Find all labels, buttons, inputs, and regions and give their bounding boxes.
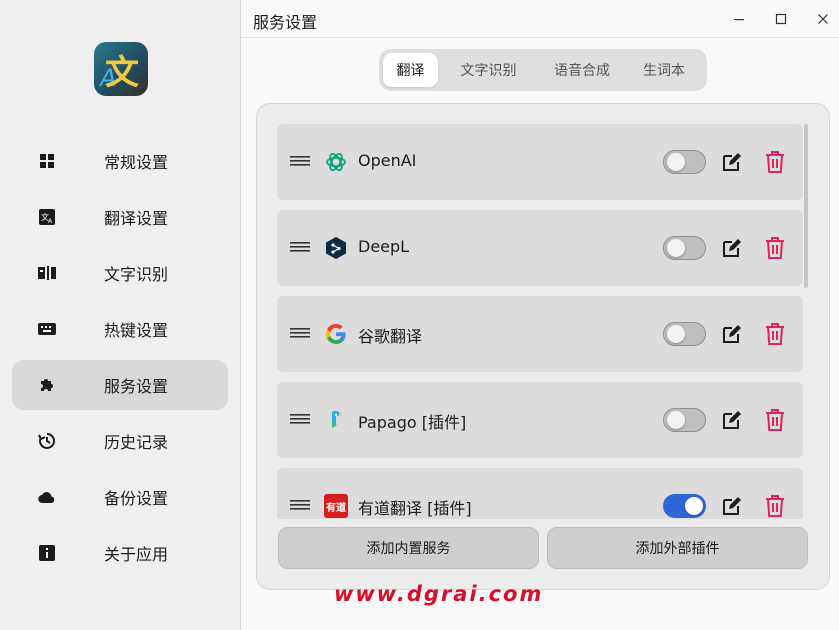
service-toggle[interactable]: [663, 150, 706, 174]
service-name: 谷歌翻译: [358, 327, 423, 346]
app-logo: A文: [94, 42, 148, 96]
sidebar-item-translate[interactable]: 文A 翻译设置: [12, 192, 228, 242]
delete-icon[interactable]: [764, 494, 786, 518]
window-title: 服务设置: [253, 13, 318, 32]
papago-icon: [324, 408, 348, 432]
list-scrollbar[interactable]: [804, 124, 808, 288]
grid-icon: [38, 153, 56, 169]
history-icon: [38, 433, 56, 449]
add-external-plugin-button[interactable]: 添加外部插件: [547, 527, 808, 569]
drag-handle-icon[interactable]: [290, 413, 310, 427]
service-panel: OpenAI DeepL 谷歌翻译 Papago [插件] 有道 有道翻译 [插…: [256, 103, 830, 590]
service-item-papago: Papago [插件]: [277, 382, 803, 458]
drag-handle-icon[interactable]: [290, 155, 310, 169]
close-icon: [818, 14, 828, 24]
service-toggle[interactable]: [663, 322, 706, 346]
drag-handle-icon[interactable]: [290, 499, 310, 513]
service-name: 有道翻译 [插件]: [358, 499, 472, 518]
service-toggle[interactable]: [663, 236, 706, 260]
service-toggle[interactable]: [663, 494, 706, 518]
sidebar-item-backup[interactable]: 备份设置: [12, 472, 228, 522]
sidebar-item-services[interactable]: 服务设置: [12, 360, 228, 410]
cloud-icon: [38, 489, 56, 505]
sidebar-item-hotkey[interactable]: 热键设置: [12, 304, 228, 354]
sidebar-item-label: 文字识别: [104, 265, 169, 284]
tab-ocr[interactable]: 文字识别: [438, 53, 539, 87]
sidebar-item-label: 关于应用: [104, 545, 169, 564]
delete-icon[interactable]: [764, 408, 786, 432]
minimize-button[interactable]: [728, 8, 750, 30]
deepl-icon: [324, 236, 348, 260]
info-icon: [38, 545, 56, 561]
sidebar-item-about[interactable]: 关于应用: [12, 528, 228, 578]
ocr-icon: [38, 265, 56, 281]
google-icon: [324, 322, 348, 346]
sidebar-item-label: 热键设置: [104, 321, 169, 340]
sidebar-item-general[interactable]: 常规设置: [12, 136, 228, 186]
service-item-google: 谷歌翻译: [277, 296, 803, 372]
sidebar-item-label: 服务设置: [104, 377, 169, 396]
sidebar-nav: 常规设置 文A 翻译设置 文字识别 热键设置 服务设置 历史记录 备份设置 关于…: [12, 136, 228, 584]
sidebar: A文 常规设置 文A 翻译设置 文字识别 热键设置 服务设置 历史记录 备份设置…: [0, 0, 241, 630]
edit-icon[interactable]: [720, 322, 744, 346]
service-list: OpenAI DeepL 谷歌翻译 Papago [插件] 有道 有道翻译 [插…: [277, 124, 809, 519]
service-item-deepl: DeepL: [277, 210, 803, 286]
service-item-openai: OpenAI: [277, 124, 803, 200]
sidebar-item-label: 常规设置: [104, 153, 169, 172]
tab-tts[interactable]: 语音合成: [539, 53, 625, 87]
service-tabs: 翻译 文字识别 语音合成 生词本: [379, 49, 707, 91]
sidebar-item-label: 翻译设置: [104, 209, 169, 228]
openai-icon: [324, 150, 348, 174]
service-name: DeepL: [358, 237, 410, 256]
maximize-button[interactable]: [770, 8, 792, 30]
sidebar-item-history[interactable]: 历史记录: [12, 416, 228, 466]
puzzle-icon: [38, 377, 56, 393]
edit-icon[interactable]: [720, 408, 744, 432]
edit-icon[interactable]: [720, 236, 744, 260]
tab-translate[interactable]: 翻译: [383, 53, 438, 87]
edit-icon[interactable]: [720, 494, 744, 518]
service-name: OpenAI: [358, 151, 417, 170]
close-button[interactable]: [812, 8, 834, 30]
delete-icon[interactable]: [764, 322, 786, 346]
keyboard-icon: [38, 321, 56, 337]
delete-icon[interactable]: [764, 150, 786, 174]
tab-vocabulary[interactable]: 生词本: [625, 53, 703, 87]
maximize-icon: [775, 13, 787, 25]
delete-icon[interactable]: [764, 236, 786, 260]
translate-icon: 文A: [38, 209, 56, 225]
sidebar-item-label: 备份设置: [104, 489, 169, 508]
sidebar-item-label: 历史记录: [104, 433, 169, 452]
add-builtin-service-button[interactable]: 添加内置服务: [278, 527, 539, 569]
service-name: Papago [插件]: [358, 413, 467, 432]
service-item-youdao: 有道 有道翻译 [插件]: [277, 468, 803, 519]
drag-handle-icon[interactable]: [290, 327, 310, 341]
sidebar-item-ocr[interactable]: 文字识别: [12, 248, 228, 298]
youdao-icon: 有道: [324, 494, 348, 518]
minimize-icon: [734, 19, 744, 21]
title-bar: 服务设置: [241, 0, 839, 38]
drag-handle-icon[interactable]: [290, 241, 310, 255]
youdao-logo-text: 有道: [326, 502, 346, 514]
watermark: www.dgrai.com: [334, 582, 544, 606]
service-toggle[interactable]: [663, 408, 706, 432]
edit-icon[interactable]: [720, 150, 744, 174]
